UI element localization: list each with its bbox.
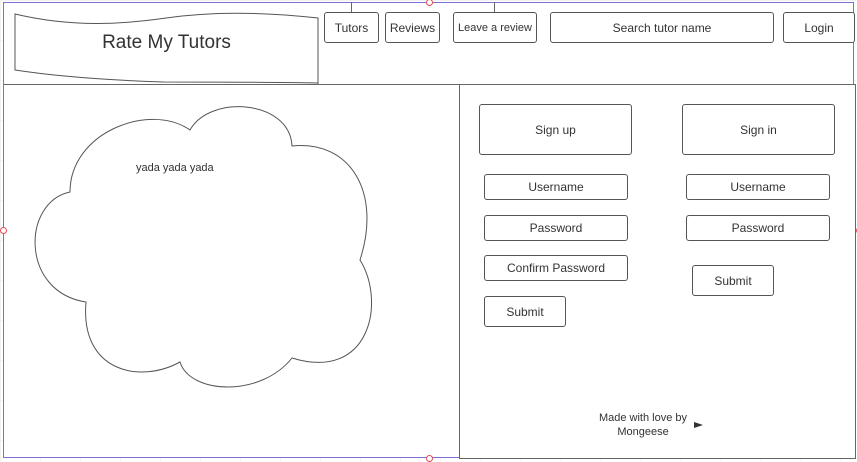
signup-password-label: Password [529,221,583,235]
signup-submit-button[interactable]: Submit [484,296,566,327]
signin-submit-label: Submit [714,273,752,288]
cloud-outline [34,106,372,388]
cloud-text: yada yada yada [136,162,214,174]
login-label: Login [804,20,834,35]
signin-title-box[interactable]: Sign in [682,104,835,155]
nav-leave-review-label: Leave a review [458,21,532,34]
signup-confirm-password-field[interactable]: Confirm Password [484,255,628,281]
nav-reviews-button[interactable]: Reviews [385,12,440,43]
signup-submit-label: Submit [506,304,544,319]
signup-username-label: Username [528,180,584,194]
footer-credit: Made with love by Mongeese [598,412,688,438]
signin-title: Sign in [740,122,777,137]
nav-tutors-label: Tutors [334,20,369,35]
nav-leave-review-button[interactable]: Leave a review [453,12,537,43]
cloud-shape [30,102,380,392]
signup-title: Sign up [535,122,576,137]
logo-title: Rate My Tutors [102,32,231,53]
signin-username-field[interactable]: Username [686,174,830,200]
nav-tutors-button[interactable]: Tutors [324,12,379,43]
signin-submit-button[interactable]: Submit [692,265,774,296]
search-input[interactable]: Search tutor name [550,12,774,43]
search-placeholder: Search tutor name [612,20,712,35]
arrow-icon [694,422,703,428]
signin-password-field[interactable]: Password [686,215,830,241]
signin-username-label: Username [730,180,786,194]
signup-title-box[interactable]: Sign up [479,104,632,155]
login-button[interactable]: Login [783,12,855,43]
nav-reviews-label: Reviews [389,20,436,35]
signin-password-label: Password [731,221,785,235]
signup-confirm-password-label: Confirm Password [506,261,606,275]
signup-username-field[interactable]: Username [484,174,628,200]
signup-password-field[interactable]: Password [484,215,628,241]
logo-banner[interactable]: Rate My Tutors [14,12,319,84]
selection-handle-left[interactable] [0,227,7,234]
